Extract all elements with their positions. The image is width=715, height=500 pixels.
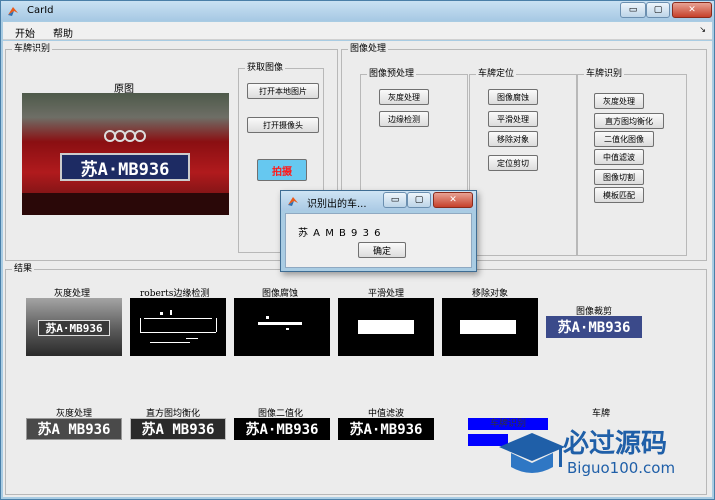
result-smooth-image — [338, 298, 434, 356]
result-median-plate: 苏A·MB936 — [338, 418, 434, 440]
close-button[interactable]: ✕ — [672, 2, 712, 18]
close-icon: ✕ — [449, 195, 457, 205]
template-match-button[interactable]: 模板匹配 — [594, 187, 644, 203]
preprocess-panel-title: 图像预处理 — [367, 69, 417, 80]
capture-button[interactable]: 拍摄 — [257, 159, 307, 181]
menu-help[interactable]: 帮助 — [53, 25, 73, 40]
result-crop-plate: 苏A·MB936 — [546, 316, 642, 338]
result-roberts-image — [130, 298, 226, 356]
close-icon: ✕ — [688, 5, 696, 15]
audi-rings-logo — [104, 130, 152, 142]
watermark: 必过源码 Biguo100.com — [497, 421, 712, 497]
minimize-icon: ▭ — [628, 5, 638, 15]
histogram-equalize-button[interactable]: 直方图均衡化 — [594, 113, 664, 129]
menu-start[interactable]: 开始 — [15, 25, 35, 40]
median-filter-button[interactable]: 中值滤波 — [594, 149, 644, 165]
watermark-en: Biguo100.com — [567, 459, 676, 477]
open-camera-button[interactable]: 打开摄像头 — [247, 117, 319, 133]
grayscale-button[interactable]: 灰度处理 — [379, 89, 429, 105]
edge-detect-button[interactable]: 边缘检测 — [379, 111, 429, 127]
menu-overflow-icon[interactable]: ↘ — [699, 25, 706, 34]
matlab-logo-icon — [8, 7, 18, 16]
dialog-close-button[interactable]: ✕ — [433, 192, 473, 208]
recognized-plate-dialog: 识别出的车... ▭ ▢ ✕ 苏 A M B 9 3 6 确定 — [280, 190, 477, 272]
maximize-icon: ▢ — [414, 195, 424, 205]
maximize-button[interactable]: ▢ — [646, 2, 670, 18]
original-image: 苏A·MB936 — [22, 93, 229, 215]
dialog-maximize-button[interactable]: ▢ — [407, 192, 431, 208]
graduation-cap-logo — [499, 433, 565, 473]
erode-button[interactable]: 图像腐蚀 — [488, 89, 538, 105]
result-binary-plate: 苏A·MB936 — [234, 418, 330, 440]
result-histeq-plate: 苏A MB936 — [130, 418, 226, 440]
identify-grayscale-button[interactable]: 灰度处理 — [594, 93, 644, 109]
license-plate: 苏A·MB936 — [60, 153, 190, 181]
remove-object-button[interactable]: 移除对象 — [488, 131, 538, 147]
binarize-button[interactable]: 二值化图像 — [594, 131, 654, 147]
recognition-panel-title: 车牌识别 — [12, 44, 53, 55]
results-panel-title: 结果 — [12, 264, 35, 275]
dialog-message: 苏 A M B 9 3 6 — [298, 228, 382, 239]
result-grayscale-image: 苏A·MB936 — [26, 298, 122, 356]
dialog-body: 苏 A M B 9 3 6 确定 — [285, 213, 472, 268]
dialog-ok-button[interactable]: 确定 — [358, 242, 406, 258]
minimize-icon: ▭ — [390, 195, 400, 205]
gray-plate: 苏A·MB936 — [38, 320, 110, 336]
maximize-icon: ▢ — [653, 5, 663, 15]
result-remove-image — [442, 298, 538, 356]
locate-panel-title: 车牌定位 — [476, 69, 517, 80]
smooth-button[interactable]: 平滑处理 — [488, 111, 538, 127]
locate-panel: 车牌定位 图像腐蚀 平滑处理 移除对象 定位剪切 — [469, 69, 577, 256]
menu-bar: 开始 帮助 ↘ — [3, 22, 712, 40]
dialog-title: 识别出的车... — [307, 199, 367, 210]
dialog-title-bar[interactable]: 识别出的车... ▭ ▢ ✕ — [281, 191, 476, 211]
locate-crop-button[interactable]: 定位剪切 — [488, 155, 538, 171]
window-title: CarId — [27, 5, 54, 16]
processing-panel-title: 图像处理 — [348, 44, 389, 55]
title-bar[interactable]: CarId ▭ ▢ ✕ — [1, 1, 714, 21]
identify-panel-title: 车牌识别 — [584, 69, 625, 80]
identify-panel: 车牌识别 灰度处理 直方图均衡化 二值化图像 中值滤波 图像切割 模板匹配 — [577, 69, 687, 256]
open-local-image-button[interactable]: 打开本地图片 — [247, 83, 319, 99]
minimize-button[interactable]: ▭ — [620, 2, 646, 18]
dialog-minimize-button[interactable]: ▭ — [383, 192, 407, 208]
matlab-logo-icon — [288, 197, 298, 206]
main-window: CarId ▭ ▢ ✕ 开始 帮助 ↘ 车牌识别 原图 苏A·MB936 获取图… — [0, 0, 715, 500]
result-gray-plate: 苏A MB936 — [26, 418, 122, 440]
acquire-panel-title: 获取图像 — [245, 63, 286, 74]
result-caption-final: 车牌 — [592, 409, 611, 419]
image-split-button[interactable]: 图像切割 — [594, 169, 644, 185]
result-erode-image — [234, 298, 330, 356]
watermark-cn: 必过源码 — [563, 429, 668, 459]
